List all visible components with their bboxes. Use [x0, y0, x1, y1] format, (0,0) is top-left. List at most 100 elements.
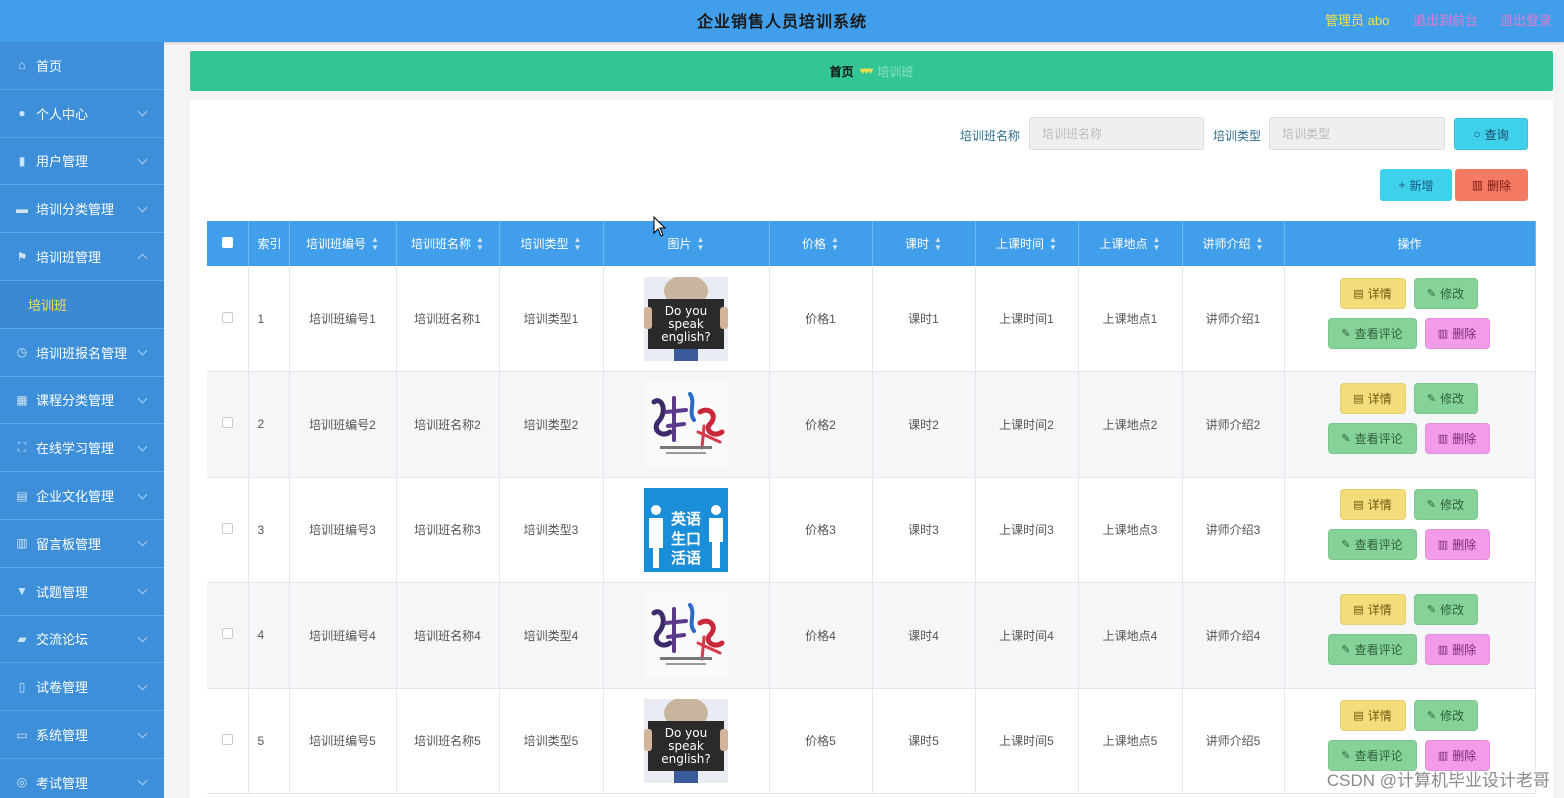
sidebar-item-forum[interactable]: ▰ 交流论坛 — [0, 616, 164, 664]
cell-code: 培训班编号1 — [289, 266, 397, 372]
row-checkbox[interactable] — [221, 311, 233, 323]
admin-name: 管理员 abo — [1325, 13, 1390, 28]
svg-text:生口: 生口 — [671, 530, 701, 548]
row-select-cell[interactable] — [207, 688, 249, 794]
calligraphy-logo-image — [644, 593, 728, 678]
sort-icon[interactable]: ▲ ▼ — [1049, 236, 1057, 252]
delete-button[interactable]: ▥ 删除 — [1424, 528, 1490, 560]
sort-icon[interactable]: ▲ ▼ — [1153, 236, 1161, 252]
cell-image[interactable]: Do you speak english? — [603, 688, 770, 794]
cell-hours: 课时3 — [872, 477, 976, 583]
select-all-checkbox[interactable] — [221, 236, 233, 248]
pencil-icon: ✎ — [1426, 393, 1437, 406]
cell-code: 培训班编号5 — [289, 688, 397, 794]
edit-button-label: 修改 — [1440, 392, 1465, 407]
sort-icon[interactable]: ▲ ▼ — [1256, 236, 1264, 252]
sidebar-item-profile[interactable]: ● 个人中心 — [0, 90, 164, 138]
pencil-icon: ✎ — [1426, 709, 1437, 722]
row-checkbox[interactable] — [221, 628, 233, 640]
row-select-cell[interactable] — [207, 266, 249, 372]
cell-price: 价格1 — [769, 266, 873, 372]
column-header[interactable]: 上课地点 ▲ ▼ — [1078, 221, 1183, 266]
row-select-cell[interactable] — [207, 477, 249, 583]
cell-image[interactable]: 英语 生口 活语 — [603, 477, 770, 583]
chevron-down-icon — [137, 632, 148, 643]
sidebar-item-exam[interactable]: ◎ 考试管理 — [0, 759, 164, 798]
row-checkbox[interactable] — [221, 417, 233, 429]
row-checkbox[interactable] — [221, 522, 233, 534]
select-all-cell[interactable] — [207, 221, 249, 266]
column-header[interactable]: 价格 ▲ ▼ — [769, 221, 873, 266]
detail-button[interactable]: ▤ 详情 — [1339, 488, 1406, 520]
delete-button[interactable]: ▥ 删除 — [1424, 423, 1490, 455]
batch-delete-button[interactable]: ▥ 删除 — [1455, 169, 1528, 201]
view-reviews-button[interactable]: ✎ 查看评论 — [1327, 528, 1417, 560]
column-header[interactable]: 培训班编号 ▲ ▼ — [289, 221, 397, 266]
sort-icon[interactable]: ▲ ▼ — [934, 236, 942, 252]
sort-icon[interactable]: ▲ ▼ — [831, 236, 839, 252]
row-checkbox[interactable] — [221, 733, 233, 745]
detail-button[interactable]: ▤ 详情 — [1339, 699, 1406, 731]
sidebar-item-training-category[interactable]: ▬ 培训分类管理 — [0, 185, 164, 234]
sidebar-item-home[interactable]: ⌂ 首页 — [0, 42, 164, 90]
cell-intro: 讲师介绍3 — [1182, 477, 1285, 583]
cell-type: 培训类型1 — [499, 266, 604, 372]
delete-button[interactable]: ▥ 删除 — [1424, 317, 1490, 349]
sidebar-item-papers[interactable]: ▯ 试卷管理 — [0, 663, 164, 712]
cell-image[interactable] — [603, 582, 770, 689]
row-select-cell[interactable] — [207, 582, 249, 689]
detail-button[interactable]: ▤ 详情 — [1339, 383, 1406, 415]
edit-button[interactable]: ✎ 修改 — [1413, 594, 1478, 626]
edit-button[interactable]: ✎ 修改 — [1413, 488, 1478, 520]
query-button-label: 查询 — [1484, 127, 1509, 142]
cell-code: 培训班编号2 — [289, 371, 397, 478]
search-name-input[interactable] — [1029, 117, 1204, 150]
sort-icon[interactable]: ▲ ▼ — [697, 236, 705, 252]
sidebar-item-questions[interactable]: ▼ 试题管理 — [0, 568, 164, 616]
cell-image[interactable]: Do you speak english? — [603, 266, 770, 372]
briefcase-icon: ▬ — [16, 201, 28, 216]
table-row: 3 培训班编号3 培训班名称3 培训类型3 英语 生口 活语 价格3 课时3 上课时间3 上课地点3… — [207, 477, 1536, 583]
logout-link[interactable]: 退出登录 — [1500, 10, 1552, 29]
view-reviews-button[interactable]: ✎ 查看评论 — [1327, 423, 1417, 455]
column-header[interactable]: 课时 ▲ ▼ — [872, 221, 976, 266]
sort-icon[interactable]: ▲ ▼ — [476, 236, 484, 252]
sidebar-item-online-learning[interactable]: ⛶ 在线学习管理 — [0, 424, 164, 473]
cell-image[interactable] — [603, 371, 770, 478]
search-type-input[interactable] — [1269, 117, 1445, 150]
sidebar-subitem-training-class[interactable]: 培训班 — [0, 280, 164, 329]
breadcrumb-home[interactable]: 首页 — [830, 63, 854, 80]
detail-button[interactable]: ▤ 详情 — [1339, 594, 1406, 626]
edit-button[interactable]: ✎ 修改 — [1413, 383, 1478, 415]
view-reviews-button[interactable]: ✎ 查看评论 — [1327, 634, 1417, 666]
detail-button[interactable]: ▤ 详情 — [1339, 277, 1406, 309]
sidebar-item-culture[interactable]: ▤ 企业文化管理 — [0, 472, 164, 520]
sidebar-item-training-class[interactable]: ⚑ 培训班管理 — [0, 233, 164, 281]
column-header-label: 上课时间 — [996, 236, 1045, 251]
cell-index: 1 — [248, 266, 290, 372]
edit-button[interactable]: ✎ 修改 — [1413, 277, 1478, 309]
mouse-cursor-icon — [653, 216, 667, 237]
column-header[interactable]: 培训类型 ▲ ▼ — [499, 221, 604, 266]
query-button[interactable]: ○ 查询 — [1454, 118, 1528, 150]
flag-icon: ⚑ — [16, 249, 28, 264]
sidebar-item-system[interactable]: ▭ 系统管理 — [0, 711, 164, 759]
column-header[interactable]: 培训班名称 ▲ ▼ — [396, 221, 500, 266]
column-header[interactable]: 上课时间 ▲ ▼ — [975, 221, 1079, 266]
sidebar-item-message-board[interactable]: ▥ 留言板管理 — [0, 520, 164, 568]
back-to-front-link[interactable]: 退出到前台 — [1413, 10, 1478, 29]
row-select-cell[interactable] — [207, 371, 249, 478]
view-reviews-button[interactable]: ✎ 查看评论 — [1327, 317, 1417, 349]
add-button[interactable]: + 新增 — [1380, 169, 1452, 201]
phone-icon: ▯ — [18, 679, 26, 694]
cell-price: 价格5 — [769, 688, 873, 794]
sidebar-item-users[interactable]: ▮ 用户管理 — [0, 138, 164, 186]
delete-button[interactable]: ▥ 删除 — [1424, 634, 1490, 666]
column-header[interactable]: 讲师介绍 ▲ ▼ — [1182, 221, 1285, 266]
sidebar-item-enrollment[interactable]: ◷ 培训班报名管理 — [0, 329, 164, 377]
sort-icon[interactable]: ▲ ▼ — [574, 236, 582, 252]
sort-icon[interactable]: ▲ ▼ — [371, 236, 379, 252]
edit-button[interactable]: ✎ 修改 — [1413, 699, 1478, 731]
sidebar-item-course-category[interactable]: ▦ 课程分类管理 — [0, 377, 164, 425]
column-header[interactable]: 图片 ▲ ▼ — [603, 221, 770, 266]
